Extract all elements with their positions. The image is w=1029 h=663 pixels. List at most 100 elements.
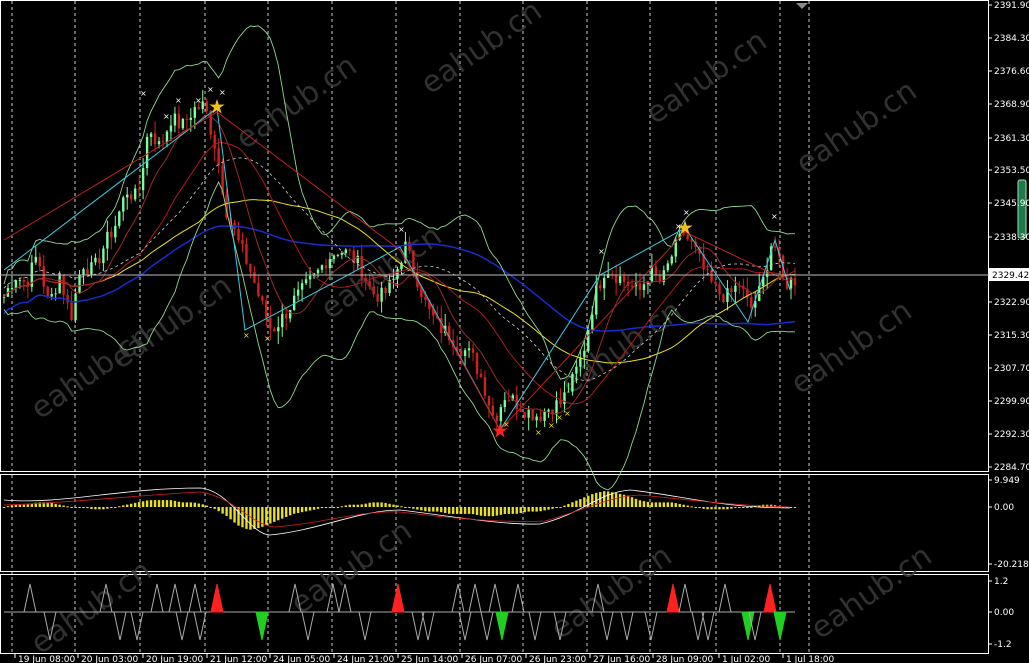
candle-body — [157, 141, 161, 145]
macd-bar — [658, 502, 662, 507]
macd-bar — [62, 505, 65, 507]
macd-bar — [133, 502, 137, 507]
signal-x-icon: × — [564, 409, 571, 418]
macd-panel[interactable] — [0, 474, 989, 572]
signal-x-icon: × — [264, 334, 271, 343]
macd-bar — [106, 507, 109, 509]
macd-bar — [368, 502, 371, 507]
macd-bar — [388, 503, 391, 507]
candle-body — [173, 113, 177, 126]
candle-body — [54, 293, 57, 295]
macd-bar — [344, 505, 348, 507]
candle-body — [277, 327, 280, 332]
candle-body — [519, 409, 522, 412]
macd-bar — [678, 503, 681, 507]
macd-bar — [253, 507, 256, 529]
signal-x-icon: × — [535, 428, 542, 437]
candle-body — [654, 266, 658, 275]
macd-bar — [197, 503, 200, 507]
macd-bar — [734, 507, 737, 508]
macd-bar — [603, 491, 606, 507]
candle-body — [583, 350, 586, 358]
trading-chart[interactable]: eahub.cneahub.cneahub.cn eahub.cn eahub.cn… — [0, 0, 1029, 663]
macd-bar — [690, 506, 693, 508]
macd-bar — [82, 507, 85, 508]
macd-bar — [229, 507, 232, 520]
candle-body — [62, 275, 65, 295]
candle-body — [734, 285, 737, 292]
candle-body — [265, 300, 268, 318]
candle-body — [356, 255, 359, 264]
macd-bar — [296, 507, 300, 513]
candle-body — [408, 241, 411, 251]
candle-body — [245, 243, 248, 264]
macd-bar — [618, 493, 622, 507]
signal-x-icon: × — [598, 247, 605, 256]
macd-bar — [531, 507, 534, 512]
macd-bar — [515, 507, 518, 514]
macd-bar — [304, 507, 308, 512]
macd-bar — [400, 506, 403, 508]
macd-bar — [420, 507, 423, 511]
signal-x-icon: × — [548, 421, 555, 430]
macd-bar — [483, 507, 487, 517]
candle-body — [197, 107, 200, 110]
candle-body — [380, 287, 383, 302]
scroll-handle[interactable] — [1017, 179, 1027, 239]
macd-bar — [213, 507, 216, 509]
macd-bar — [471, 507, 475, 515]
signal-x-icon: × — [243, 331, 250, 340]
main-panel[interactable] — [0, 0, 989, 472]
candle-body — [308, 275, 312, 280]
candle-body — [169, 125, 173, 132]
macd-bar — [416, 507, 419, 510]
macd-bar — [189, 502, 193, 507]
macd-bar — [730, 507, 733, 509]
candle-body — [603, 277, 606, 289]
macd-bar — [209, 507, 212, 508]
macd-bar — [2, 507, 6, 508]
price-axis-label: 2299.90 — [994, 397, 1029, 407]
time-axis-label: 26 Jun 23:00 — [529, 655, 586, 663]
macd-bar — [563, 505, 566, 507]
candle-body — [495, 415, 499, 422]
macd-bar — [626, 495, 630, 507]
osc-axis-label: 1.2 — [994, 577, 1008, 587]
macd-bar — [606, 491, 610, 507]
candle-body — [253, 271, 256, 284]
macd-bar — [26, 504, 30, 507]
candle-body — [14, 280, 18, 288]
macd-bar — [575, 500, 578, 507]
macd-bar — [436, 507, 439, 512]
macd-bar — [205, 505, 208, 507]
candle-body — [630, 286, 634, 288]
macd-bar — [499, 507, 503, 515]
macd-bar — [78, 507, 81, 508]
macd-bar — [523, 507, 526, 513]
macd-bar — [356, 504, 359, 507]
macd-bar — [328, 507, 332, 508]
candle-body — [714, 281, 717, 285]
macd-bar — [571, 502, 574, 507]
candle-body — [376, 294, 379, 302]
candle-body — [285, 314, 288, 319]
signal-x-icon: × — [556, 413, 563, 422]
candle-body — [10, 287, 14, 289]
time-axis-label: 1 Jul 02:00 — [722, 655, 771, 663]
time-axis-label: 21 Jun 12:00 — [210, 655, 267, 663]
candle-body — [46, 286, 49, 297]
time-axis-label: 25 Jun 14:00 — [401, 655, 458, 663]
candle-body — [686, 234, 689, 240]
candle-body — [261, 296, 264, 301]
price-axis-label: 2322.90 — [994, 298, 1029, 308]
price-axis-label: 2284.70 — [994, 463, 1029, 473]
macd-bar — [308, 507, 312, 511]
macd-bar — [463, 507, 467, 514]
macd-bar — [348, 504, 352, 507]
candle-body — [98, 257, 101, 264]
time-axis-label: 20 Jun 03:00 — [81, 655, 138, 663]
candle-body — [543, 411, 546, 421]
macd-bar — [288, 507, 292, 516]
macd-bar — [638, 500, 642, 507]
macd-bar — [654, 502, 658, 507]
